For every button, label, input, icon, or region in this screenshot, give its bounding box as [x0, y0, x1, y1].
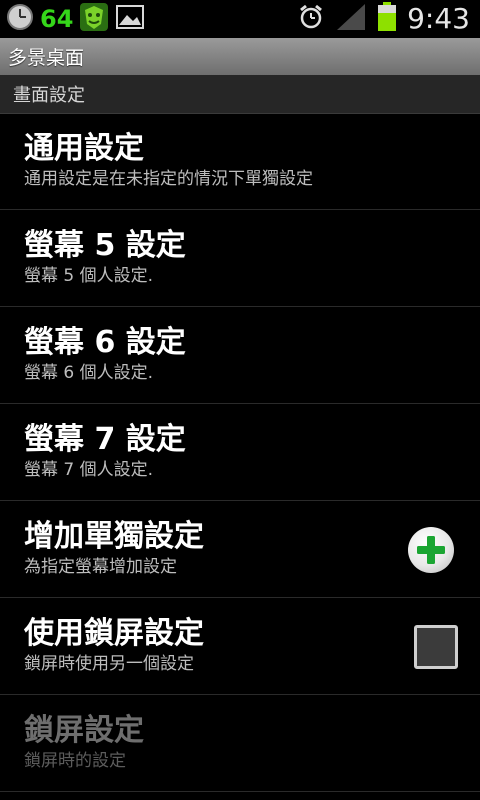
pref-screen-5-settings[interactable]: 螢幕 5 設定 螢幕 5 個人設定. — [0, 210, 480, 307]
pref-summary: 鎖屏時使用另一個設定 — [24, 654, 194, 674]
pref-summary: 螢幕 5 個人設定. — [24, 266, 154, 286]
add-icon[interactable] — [408, 527, 454, 573]
pref-title: 螢幕 5 設定 — [24, 228, 186, 263]
clock-time: 9:43 — [407, 2, 470, 35]
pref-title: 鎖屏設定 — [24, 713, 144, 748]
preference-list: 通用設定 通用設定是在未指定的情況下單獨設定 螢幕 5 設定 螢幕 5 個人設定… — [0, 113, 480, 792]
app-title: 多景桌面 — [8, 47, 85, 69]
pref-summary: 鎖屏時的設定 — [24, 751, 126, 771]
battery-level-text: 64 — [40, 5, 74, 33]
pref-title: 通用設定 — [24, 131, 144, 166]
pref-title: 增加單獨設定 — [24, 519, 204, 554]
status-bar: 64 9:43 — [0, 0, 480, 38]
pref-screen-7-settings[interactable]: 螢幕 7 設定 螢幕 7 個人設定. — [0, 404, 480, 501]
pref-summary: 螢幕 6 個人設定. — [24, 363, 154, 383]
pref-summary: 螢幕 7 個人設定. — [24, 460, 154, 480]
pref-title: 螢幕 6 設定 — [24, 325, 186, 360]
lockscreen-checkbox[interactable] — [414, 625, 458, 669]
clock-icon — [6, 3, 34, 35]
pref-lockscreen-settings: 鎖屏設定 鎖屏時的設定 — [0, 695, 480, 792]
alarm-icon — [297, 3, 325, 35]
battery-icon — [377, 2, 397, 36]
pref-title: 使用鎖屏設定 — [24, 616, 204, 651]
screen: 64 9:43 多景桌面 畫面設定 通用設定 通用設定是在未指定的情況下單獨設定… — [0, 0, 480, 800]
image-icon — [115, 3, 145, 35]
pref-general-settings[interactable]: 通用設定 通用設定是在未指定的情況下單獨設定 — [0, 113, 480, 210]
pref-summary: 為指定螢幕增加設定 — [24, 557, 177, 577]
category-header: 畫面設定 — [0, 75, 480, 114]
pref-title: 螢幕 7 設定 — [24, 422, 186, 457]
pref-summary: 通用設定是在未指定的情況下單獨設定 — [24, 169, 313, 189]
signal-icon — [335, 2, 367, 36]
pref-screen-6-settings[interactable]: 螢幕 6 設定 螢幕 6 個人設定. — [0, 307, 480, 404]
pref-use-lockscreen-settings[interactable]: 使用鎖屏設定 鎖屏時使用另一個設定 — [0, 598, 480, 695]
category-label: 畫面設定 — [13, 85, 85, 106]
battery-app-icon — [79, 2, 109, 36]
pref-add-individual-settings[interactable]: 增加單獨設定 為指定螢幕增加設定 — [0, 501, 480, 598]
title-bar: 多景桌面 — [0, 38, 480, 75]
